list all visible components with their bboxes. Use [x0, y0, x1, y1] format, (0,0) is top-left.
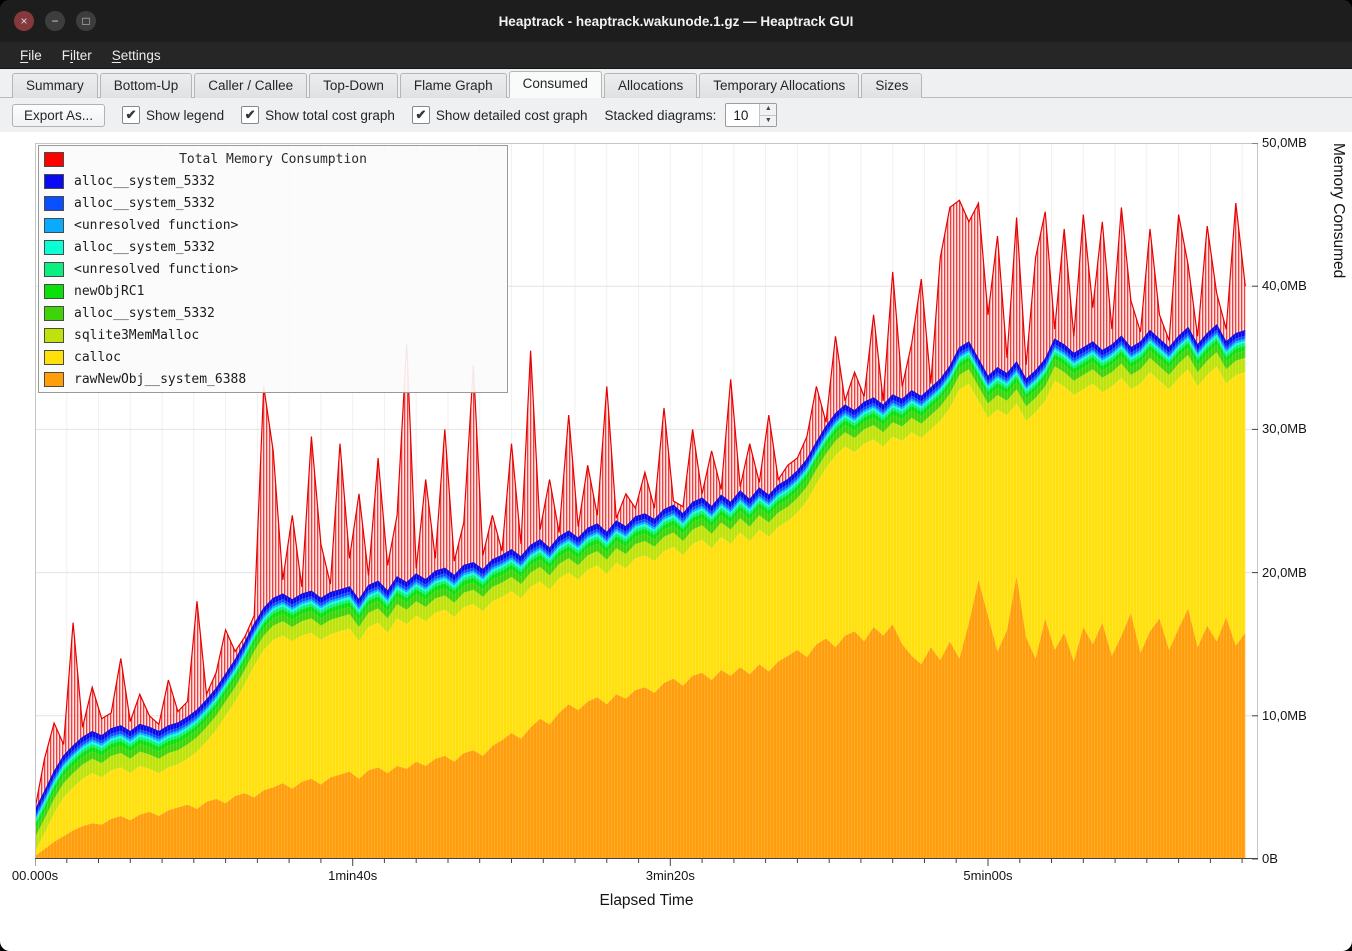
titlebar: × − □ Heaptrack - heaptrack.wakunode.1.g… [0, 0, 1352, 42]
tabbar: Summary Bottom-Up Caller / Callee Top-Do… [0, 69, 1352, 98]
tab-caller-callee[interactable]: Caller / Callee [194, 73, 307, 98]
legend-swatch [44, 284, 64, 299]
legend-label: alloc__system_5332 [74, 240, 215, 255]
y-axis-tick-labels: 0B10,0MB20,0MB30,0MB40,0MB50,0MB [1262, 143, 1324, 859]
toolbar: Export As... ✔ Show legend ✔ Show total … [0, 98, 1352, 132]
legend-item: alloc__system_5332 [39, 192, 507, 214]
menubar: File Filter Settings [0, 42, 1352, 69]
stacked-diagrams-label: Stacked diagrams: [605, 108, 717, 123]
tab-top-down[interactable]: Top-Down [309, 73, 398, 98]
tab-allocations[interactable]: Allocations [604, 73, 697, 98]
spin-up-button[interactable]: ▲ [760, 104, 776, 116]
legend-item: alloc__system_5332 [39, 302, 507, 324]
tab-summary[interactable]: Summary [12, 73, 98, 98]
legend-label: calloc [74, 350, 121, 365]
chart-legend: Total Memory Consumption alloc__system_53… [38, 145, 508, 393]
stacked-diagrams-spinbox[interactable]: 10 ▲ ▼ [725, 103, 777, 127]
legend-label: alloc__system_5332 [74, 174, 215, 189]
legend-item: calloc [39, 346, 507, 368]
export-as-button[interactable]: Export As... [12, 104, 105, 127]
tab-bottom-up[interactable]: Bottom-Up [100, 73, 193, 98]
legend-label: rawNewObj__system_6388 [74, 372, 246, 387]
legend-label: <unresolved function> [74, 262, 238, 277]
legend-item: <unresolved function> [39, 258, 507, 280]
legend-item: rawNewObj__system_6388 [39, 368, 507, 390]
y-tick-label: 50,0MB [1262, 135, 1307, 150]
x-tick-label: 5min00s [963, 868, 1012, 883]
tab-temporary-allocations[interactable]: Temporary Allocations [699, 73, 859, 98]
legend-label: Total Memory Consumption [39, 152, 507, 167]
legend-swatch [44, 350, 64, 365]
maximize-button[interactable]: □ [76, 11, 96, 31]
y-tick-label: 20,0MB [1262, 565, 1307, 580]
y-tick-label: 30,0MB [1262, 421, 1307, 436]
checkbox-label: Show total cost graph [265, 108, 395, 123]
y-tick-label: 10,0MB [1262, 708, 1307, 723]
legend-item: alloc__system_5332 [39, 236, 507, 258]
y-tick-label: 40,0MB [1262, 278, 1307, 293]
chart-region: Total Memory Consumption alloc__system_53… [0, 132, 1352, 951]
legend-label: sqlite3MemMalloc [74, 328, 199, 343]
legend-item: <unresolved function> [39, 214, 507, 236]
legend-swatch [44, 306, 64, 321]
legend-label: newObjRC1 [74, 284, 144, 299]
legend-title-row: Total Memory Consumption [39, 148, 507, 170]
tab-consumed[interactable]: Consumed [509, 71, 602, 98]
legend-item: alloc__system_5332 [39, 170, 507, 192]
legend-swatch [44, 196, 64, 211]
close-button[interactable]: × [14, 11, 34, 31]
show-legend-checkbox[interactable]: ✔ Show legend [122, 106, 224, 124]
menu-settings[interactable]: Settings [102, 45, 171, 66]
x-tick-label: 1min40s [328, 868, 377, 883]
legend-label: alloc__system_5332 [74, 306, 215, 321]
legend-label: <unresolved function> [74, 218, 238, 233]
legend-swatch [44, 240, 64, 255]
spinbox-value[interactable]: 10 [726, 104, 759, 126]
x-tick-label: 00.000s [12, 868, 58, 883]
x-axis-tick-labels: 00.000s1min40s3min20s5min00s [35, 868, 1258, 886]
x-axis-title: Elapsed Time [35, 892, 1258, 910]
menu-file[interactable]: File [10, 45, 52, 66]
legend-item: newObjRC1 [39, 280, 507, 302]
legend-label: alloc__system_5332 [74, 196, 215, 211]
minimize-button[interactable]: − [45, 11, 65, 31]
spin-down-button[interactable]: ▼ [760, 116, 776, 127]
window-controls: × − □ [14, 11, 96, 31]
checkbox-label: Show legend [146, 108, 224, 123]
tab-sizes[interactable]: Sizes [861, 73, 922, 98]
y-tick-label: 0B [1262, 851, 1278, 866]
legend-swatch [44, 262, 64, 277]
show-total-cost-graph-checkbox[interactable]: ✔ Show total cost graph [241, 106, 395, 124]
checkbox-label: Show detailed cost graph [436, 108, 588, 123]
tab-flame-graph[interactable]: Flame Graph [400, 73, 507, 98]
checkbox-box[interactable]: ✔ [241, 106, 259, 124]
legend-swatch [44, 372, 64, 387]
y-axis-title: Memory Consumed [1329, 143, 1347, 859]
legend-swatch [44, 218, 64, 233]
app-window: × − □ Heaptrack - heaptrack.wakunode.1.g… [0, 0, 1352, 951]
legend-item: sqlite3MemMalloc [39, 324, 507, 346]
window-title: Heaptrack - heaptrack.wakunode.1.gz — He… [499, 14, 854, 29]
show-detailed-cost-graph-checkbox[interactable]: ✔ Show detailed cost graph [412, 106, 588, 124]
x-tick-label: 3min20s [646, 868, 695, 883]
checkbox-box[interactable]: ✔ [412, 106, 430, 124]
legend-swatch [44, 328, 64, 343]
legend-swatch [44, 174, 64, 189]
checkbox-box[interactable]: ✔ [122, 106, 140, 124]
menu-filter[interactable]: Filter [52, 45, 102, 66]
